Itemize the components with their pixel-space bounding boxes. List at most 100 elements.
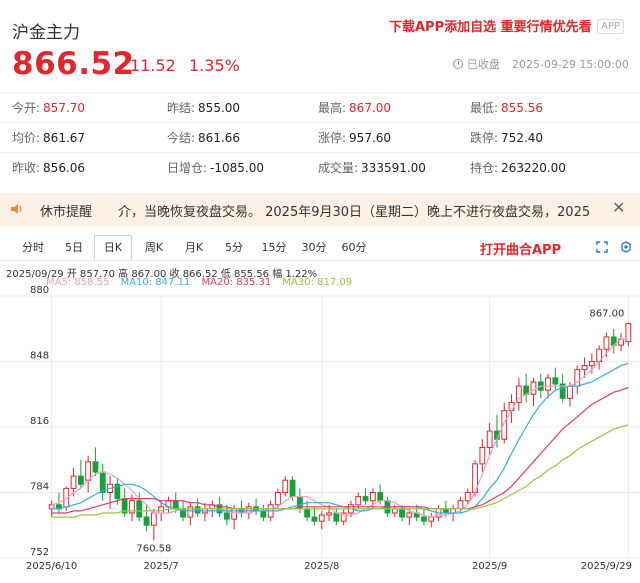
stat-cell: 均价: 861.67 [12, 131, 86, 145]
candle-body [588, 361, 595, 367]
tab-intraday[interactable]: 分时 [10, 236, 56, 259]
candle-body [515, 385, 522, 403]
candle-body [136, 500, 143, 518]
stat-cell: 今结: 861.66 [167, 131, 241, 145]
candle-body [377, 492, 384, 502]
stat-cell: 成交量: 333591.00 [318, 161, 426, 175]
y-tick-label: 752 [30, 547, 49, 558]
chart-period-tabs: 分时 5日 日K 周K 月K 5分 15分 30分 60分 打开曲合APP [0, 235, 640, 261]
stat-cell: 持仓: 263220.00 [470, 161, 566, 175]
stat-cell: 跌停: 752.40 [470, 131, 544, 145]
stat-cell: 最高: 867.00 [318, 101, 392, 115]
tab-30min[interactable]: 30分 [296, 236, 332, 259]
notice-text: 介，当晚恢复夜盘交易。 2025年9月30日（星期二）晚上不进行夜盘交易，202… [118, 205, 591, 220]
candle-body [318, 514, 325, 522]
high-annotation: 867.00 [589, 309, 624, 320]
ma20-line [51, 386, 629, 514]
close-icon[interactable]: ✕ [612, 198, 625, 217]
candle-body [603, 336, 610, 350]
candle-body [77, 475, 84, 485]
candle-body [85, 461, 92, 481]
fullscreen-icon[interactable] [596, 241, 608, 253]
y-tick-label: 848 [30, 351, 49, 362]
candle-body [501, 410, 508, 440]
tab-weekly-k[interactable]: 周K [136, 236, 172, 259]
candle-body [457, 500, 464, 510]
candle-body [194, 506, 201, 514]
instrument-title: 沪金主力 [12, 23, 80, 43]
candle-body [421, 516, 427, 522]
app-badge: APP [597, 19, 624, 34]
tab-daily-k[interactable]: 日K [94, 235, 132, 260]
stat-cell: 昨收: 856.06 [12, 161, 86, 175]
candle-body [464, 492, 471, 502]
tab-monthly-k[interactable]: 月K [176, 236, 212, 259]
market-status: 已收盘 2025-09-29 15:00:00 [453, 56, 629, 72]
candle-body [625, 323, 632, 343]
candle-body [399, 508, 405, 518]
stat-cell: 涨停: 957.60 [318, 131, 392, 145]
candle-body [172, 500, 179, 510]
candle-body [150, 512, 157, 526]
download-app-promo[interactable]: 下载APP添加自选 重要行情优先看 [389, 16, 592, 35]
notice-title: 休市提醒 [40, 205, 93, 220]
x-tick-label: 2025/6/10 [26, 561, 77, 572]
y-tick-label: 784 [30, 482, 49, 493]
stat-cell: 昨结: 855.00 [167, 101, 241, 115]
candle-body [48, 504, 55, 510]
kline-chart[interactable]: 880 848 816 784 752 2025/6/10 2025/7 2025/8 2025… [0, 286, 640, 583]
x-tick-label: 2025/9 [472, 561, 507, 572]
stats-row: 今开: 857.70 昨结: 855.00 最高: 867.00 最低: 855.56 [0, 92, 640, 123]
status-label: 已收盘 [467, 58, 500, 71]
tab-60min[interactable]: 60分 [336, 236, 372, 259]
stat-cell: 今开: 857.70 [12, 101, 86, 115]
candle-body [289, 479, 296, 498]
candle-body [326, 512, 332, 516]
status-time: 2025-09-29 15:00:00 [512, 57, 629, 71]
x-tick-label: 2025/8 [304, 561, 339, 572]
stat-cell: 日增仓: -1085.00 [167, 161, 264, 175]
candle-body [545, 377, 551, 391]
ma5-line [51, 338, 629, 518]
candle-body [355, 496, 362, 506]
candle-body [70, 475, 77, 489]
quote-header: 沪金主力 下载APP添加自选 重要行情优先看 APP 866.52 11.52 … [0, 0, 640, 92]
candle-body [486, 430, 493, 448]
open-app-link[interactable]: 打开曲合APP [480, 239, 561, 258]
x-tick-label: 2025/7 [144, 561, 179, 572]
candle-body [223, 512, 230, 520]
tab-5day[interactable]: 5日 [56, 236, 92, 259]
y-tick-label: 880 [30, 286, 49, 296]
settings-icon[interactable] [620, 241, 632, 253]
candle-body [282, 479, 289, 493]
x-tick-label: 2025/9/29 [581, 561, 632, 572]
price-change-pct: 1.35% [189, 56, 240, 75]
stat-cell: 最低: 855.56 [470, 101, 544, 115]
y-tick-label: 816 [30, 416, 49, 427]
candle-body [92, 461, 99, 473]
stats-row: 均价: 861.67 今结: 861.66 涨停: 957.60 跌停: 752.40 [0, 122, 640, 153]
candle-body [567, 385, 573, 399]
candle-body [552, 377, 559, 385]
speaker-icon [11, 204, 22, 214]
tab-15min[interactable]: 15分 [256, 236, 292, 259]
clock-icon [453, 59, 463, 69]
last-price: 866.52 [12, 46, 135, 82]
candle-body [333, 512, 340, 522]
candle-body [479, 446, 486, 465]
candle-body [530, 381, 537, 395]
tab-5min[interactable]: 5分 [216, 236, 252, 259]
low-annotation: 760.58 [136, 543, 171, 554]
candle-body [362, 496, 369, 502]
candle-body [275, 492, 281, 506]
candle-body [581, 365, 588, 371]
market-closed-notice: 休市提醒 介，当晚恢复夜盘交易。 2025年9月30日（星期二）晚上不进行夜盘交… [0, 193, 640, 226]
price-change: 11.52 [130, 56, 176, 75]
candle-body [304, 508, 311, 518]
candle-body [143, 516, 150, 526]
candle-body [406, 512, 413, 518]
candle-body [311, 516, 318, 522]
stats-row: 昨收: 856.06 日增仓: -1085.00 成交量: 333591.00 持仓:… [0, 152, 640, 183]
candle-body [369, 492, 376, 502]
candle-body [260, 510, 267, 518]
